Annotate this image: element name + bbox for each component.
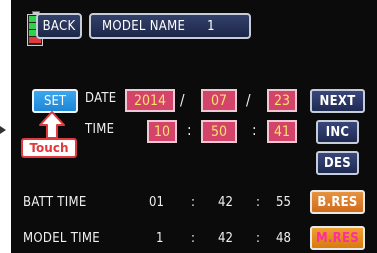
batt-time-seconds: 55 (276, 195, 291, 210)
time-minute[interactable]: 50 (201, 120, 237, 143)
pointer-arrow-icon (0, 126, 6, 134)
batt-time-separator: : (191, 195, 195, 210)
time-separator: : (187, 121, 192, 139)
model-time-minutes: 42 (218, 231, 233, 246)
set-button[interactable]: SET (32, 89, 78, 113)
model-name-label: MODEL NAME (102, 18, 186, 34)
batt-time-hours: 01 (149, 195, 164, 210)
date-label: DATE (85, 91, 117, 106)
model-time-reset-button[interactable]: M.RES (310, 226, 365, 250)
date-separator: / (180, 91, 185, 109)
transmitter-screen: BACK MODEL NAME 1 SET DATE 2014 / 07 / 2… (11, 0, 377, 253)
back-button[interactable]: BACK (36, 13, 82, 39)
arrow-up-icon (39, 111, 65, 139)
touch-callout: Touch (21, 138, 77, 158)
batt-time-label: BATT TIME (23, 195, 87, 210)
date-day[interactable]: 23 (267, 89, 297, 112)
model-time-separator: : (191, 231, 195, 246)
model-time-label: MODEL TIME (23, 231, 100, 246)
model-name-button[interactable]: MODEL NAME 1 (89, 13, 251, 39)
batt-reset-button[interactable]: B.RES (310, 190, 365, 214)
time-hour[interactable]: 10 (147, 120, 177, 143)
model-time-separator: : (256, 231, 260, 246)
model-time-hours: 1 (156, 231, 164, 246)
batt-time-minutes: 42 (218, 195, 233, 210)
date-year[interactable]: 2014 (125, 89, 175, 112)
inc-button[interactable]: INC (316, 120, 359, 144)
time-label: TIME (85, 122, 115, 137)
time-separator: : (252, 121, 257, 139)
des-button[interactable]: DES (316, 151, 359, 175)
next-button[interactable]: NEXT (310, 89, 365, 113)
date-month[interactable]: 07 (201, 89, 237, 112)
model-time-seconds: 48 (276, 231, 291, 246)
model-number: 1 (207, 18, 215, 34)
date-separator: / (246, 91, 251, 109)
time-second[interactable]: 41 (267, 120, 297, 143)
batt-time-separator: : (256, 195, 260, 210)
